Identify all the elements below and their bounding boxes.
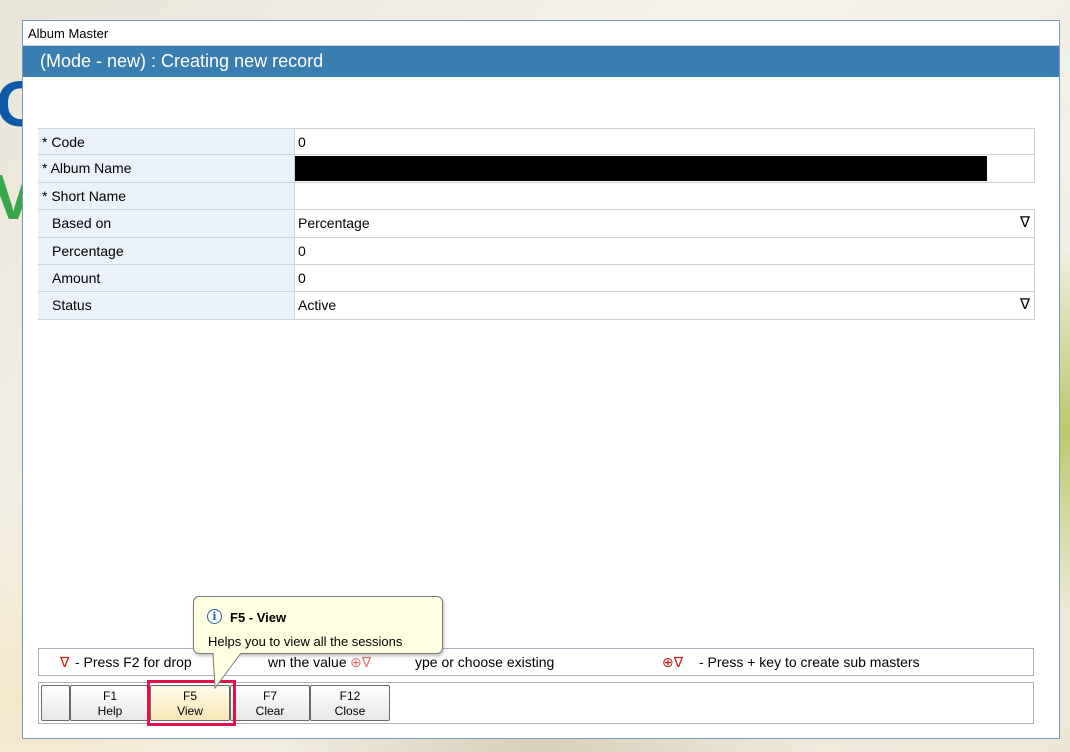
f1-help-button[interactable]: F1 Help [70,685,150,721]
based-on-label: Based on [38,210,295,237]
dropdown-icon[interactable]: ∇ [1020,210,1030,236]
tooltip-title: F5 - View [230,610,287,625]
form-row-based-on: Based on Percentage ∇ [38,210,1035,238]
info-icon: i [207,609,222,624]
redacted-value [295,156,987,182]
album-name-input[interactable] [295,155,1035,182]
legend-dropdown-text: - Press F2 for drop [75,654,192,670]
window-title: Album Master [23,21,1059,46]
key-legend: ∇ - Press F2 for drop wn the value ⊕∇ yp… [38,648,1034,676]
blank-key-button[interactable] [41,685,70,721]
f12-close-button[interactable]: F12 Close [310,685,390,721]
form-row-code: * Code 0 [38,128,1035,156]
tooltip-tail [212,652,242,690]
legend-sub-master-text: - Press + key to create sub masters [699,654,920,670]
f12-key-label: F12 [339,689,361,703]
code-input[interactable]: 0 [295,129,1035,155]
amount-input[interactable]: 0 [295,264,1035,292]
album-name-label: * Album Name [38,155,295,182]
based-on-select[interactable]: Percentage ∇ [295,210,1035,237]
form-row-percentage: Percentage 0 [38,237,1035,265]
dropdown-symbol-icon: ∇ [60,654,70,670]
based-on-value: Percentage [298,215,370,232]
status-value: Active [298,297,337,314]
sub-master-symbol-icon: ⊕∇ [662,654,684,670]
code-label: * Code [38,129,295,155]
percentage-label: Percentage [38,237,295,264]
tooltip-text: Helps you to view all the sessions [208,634,403,649]
f5-tooltip: i F5 - View Helps you to view all the se… [193,596,443,654]
form-row-status: Status Active ∇ [38,292,1035,320]
f12-action-label: Close [334,704,366,718]
percentage-input[interactable]: 0 [295,237,1035,264]
f1-key-label: F1 [102,689,117,703]
mode-header: (Mode - new) : Creating new record [23,46,1059,77]
amount-label: Amount [38,264,295,292]
form-row-amount: Amount 0 [38,264,1035,293]
dropdown-icon[interactable]: ∇ [1020,292,1030,318]
f1-action-label: Help [97,704,123,718]
short-name-input[interactable] [295,183,1035,209]
status-select[interactable]: Active ∇ [295,292,1035,319]
short-name-label: * Short Name [38,182,295,210]
status-label: Status [38,292,295,319]
album-form: * Code 0 * Album Name * Short Name Based… [38,128,1035,320]
form-row-short-name: * Short Name [38,182,1035,211]
form-row-album-name: * Album Name [38,155,1035,183]
